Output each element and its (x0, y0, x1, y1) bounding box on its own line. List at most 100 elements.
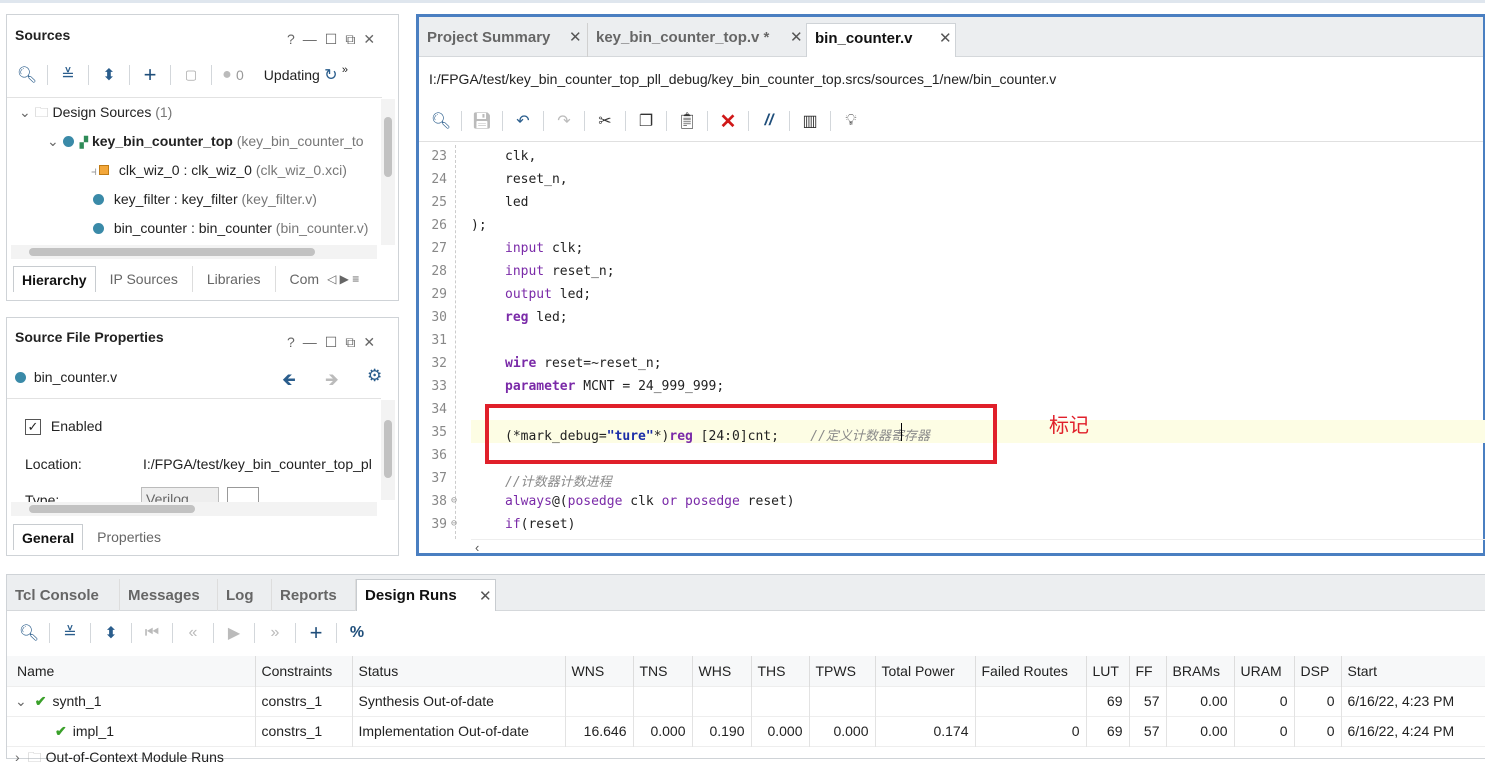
expand-all-icon[interactable]: ⬍ (97, 620, 125, 646)
tab-project-summary[interactable]: Project Summary ✕ (419, 23, 587, 57)
run-name-cell[interactable]: ⌄ ✔ synth_1 (7, 685, 256, 716)
table-row[interactable]: ⌄ ✔ synth_1 constrs_1 Synthesis Out-of-dat… (7, 685, 1485, 716)
close-icon[interactable]: ✕ (363, 31, 375, 48)
maximize-icon[interactable]: ☐ (325, 334, 338, 351)
sources-hscroll[interactable] (11, 245, 377, 259)
tab-bin-counter[interactable]: bin_counter.v ✕ (806, 23, 956, 57)
scroll-thumb[interactable] (29, 248, 315, 256)
copy-icon[interactable]: ❐ (632, 108, 660, 134)
help-icon[interactable]: ? (287, 31, 295, 48)
tab-tcl-console[interactable]: Tcl Console (7, 579, 120, 611)
refresh-icon[interactable]: ↻ (320, 62, 342, 88)
tab-hierarchy[interactable]: Hierarchy (13, 266, 96, 292)
chevron-right-icon[interactable]: › (15, 749, 20, 765)
col-lut[interactable]: LUT (1086, 656, 1130, 686)
float-icon[interactable]: ⧉ (345, 31, 355, 48)
run-name-cell[interactable]: ✔ impl_1 (7, 715, 256, 746)
add-icon[interactable]: + (302, 620, 330, 646)
type-swatch[interactable] (227, 487, 259, 502)
ooc-row[interactable]: › 🗀 Out-of-Context Module Runs (7, 745, 1485, 771)
col-status[interactable]: Status (352, 656, 566, 686)
collapse-all-icon[interactable]: ≚ (56, 620, 84, 646)
paste-icon[interactable]: 📋︎ (673, 108, 701, 134)
tab-compile-order[interactable]: Com (276, 266, 324, 292)
minimize-icon[interactable]: — (303, 334, 317, 351)
scroll-thumb[interactable] (29, 505, 195, 513)
properties-vscroll[interactable] (381, 400, 395, 500)
col-constraints[interactable]: Constraints (255, 656, 353, 686)
minimize-icon[interactable]: — (303, 31, 317, 48)
save-icon[interactable]: 💾︎ (468, 108, 496, 134)
enabled-checkbox[interactable]: ✓ (25, 419, 41, 435)
search-icon[interactable]: 🔍︎ (427, 108, 455, 134)
col-ths[interactable]: THS (751, 656, 810, 686)
undo-icon[interactable]: ↶ (509, 108, 537, 134)
col-whs[interactable]: WHS (692, 656, 752, 686)
col-wns[interactable]: WNS (565, 656, 634, 686)
tab-design-runs[interactable]: Design Runs ✕ (356, 579, 496, 611)
enabled-row[interactable]: ✓ Enabled (25, 415, 102, 437)
table-row[interactable]: › 🗀 Out-of-Context Module Runs (7, 745, 1485, 771)
search-icon[interactable]: 🔍︎ (13, 62, 41, 88)
tab-log[interactable]: Log (218, 579, 272, 611)
unknown-file-icon[interactable]: ▢ (177, 62, 205, 88)
tab-general[interactable]: General (13, 524, 84, 550)
first-icon[interactable]: ⏮ (138, 620, 166, 646)
delete-icon[interactable]: ✕ (714, 108, 742, 134)
settings-icon[interactable]: ⚙ (367, 366, 382, 386)
col-total-power[interactable]: Total Power (875, 656, 976, 686)
add-icon[interactable]: + (136, 62, 164, 88)
comment-icon[interactable]: // (755, 108, 783, 134)
close-icon[interactable]: ✕ (569, 23, 582, 53)
overflow-icon[interactable]: » (342, 64, 348, 76)
properties-hscroll[interactable] (11, 502, 377, 516)
float-icon[interactable]: ⧉ (345, 334, 355, 351)
run-icon[interactable]: ▶ (220, 620, 248, 646)
tree-design-sources[interactable]: ⌄ 🗀 Design Sources (1) (19, 101, 172, 123)
col-ff[interactable]: FF (1129, 656, 1167, 686)
cut-icon[interactable]: ✂ (591, 108, 619, 134)
tab-properties[interactable]: Properties (83, 524, 175, 550)
col-start[interactable]: Start (1341, 656, 1485, 686)
tree-bin-counter[interactable]: bin_counter : bin_counter (bin_counter.v… (93, 217, 368, 239)
type-select[interactable]: Verilog (141, 487, 219, 502)
col-brams[interactable]: BRAMs (1166, 656, 1235, 686)
columns-icon[interactable]: ▥ (796, 108, 824, 134)
code-area[interactable]: 23 clk, 24 reset_n, 25 led 26 ); 27 inpu… (419, 145, 1485, 539)
collapse-all-icon[interactable]: ≚ (54, 62, 82, 88)
chevron-down-icon[interactable]: ⌄ (47, 133, 59, 149)
close-icon[interactable]: ✕ (939, 24, 952, 54)
previous-icon[interactable]: « (179, 620, 207, 646)
tree-key-filter[interactable]: key_filter : key_filter (key_filter.v) (93, 188, 317, 210)
chevron-down-icon[interactable]: ⌄ (19, 104, 31, 120)
lightbulb-icon[interactable]: 💡︎ (837, 108, 865, 134)
back-icon[interactable]: 🡸 (282, 367, 296, 396)
scroll-thumb[interactable] (384, 117, 392, 177)
col-uram[interactable]: URAM (1234, 656, 1295, 686)
forward-icon[interactable]: 🡺 (325, 367, 339, 396)
col-tns[interactable]: TNS (633, 656, 693, 686)
chevron-down-icon[interactable]: ⌄ (15, 693, 27, 709)
col-dsp[interactable]: DSP (1294, 656, 1342, 686)
tree-clk-wiz[interactable]: ⫞ clk_wiz_0 : clk_wiz_0 (clk_wiz_0.xci) (91, 159, 347, 181)
tab-messages[interactable]: Messages (120, 579, 218, 611)
percent-icon[interactable]: % (343, 620, 371, 646)
fold-icon[interactable]: ⊖ (451, 495, 457, 506)
scroll-thumb[interactable] (384, 420, 392, 478)
col-name[interactable]: Name (7, 656, 256, 686)
expand-all-icon[interactable]: ⬍ (95, 62, 123, 88)
tab-libraries[interactable]: Libraries (193, 266, 276, 292)
close-icon[interactable]: ✕ (479, 587, 492, 605)
help-icon[interactable]: ? (287, 334, 295, 351)
search-icon[interactable]: 🔍︎ (15, 620, 43, 646)
tab-ip-sources[interactable]: IP Sources (96, 266, 193, 292)
close-icon[interactable]: ✕ (363, 334, 375, 351)
tree-top-module[interactable]: ⌄ ▞ key_bin_counter_top (key_bin_counter… (47, 130, 364, 152)
tab-nav-icons[interactable]: ◁ ▶ ≡ (323, 266, 363, 292)
tab-reports[interactable]: Reports (272, 579, 356, 611)
fold-icon[interactable]: ⊖ (451, 518, 457, 529)
col-failed-routes[interactable]: Failed Routes (975, 656, 1087, 686)
next-icon[interactable]: » (261, 620, 289, 646)
table-row[interactable]: ✔ impl_1 constrs_1 Implementation Out-of-… (7, 715, 1485, 746)
editor-hscroll[interactable]: ‹ (471, 539, 1485, 555)
